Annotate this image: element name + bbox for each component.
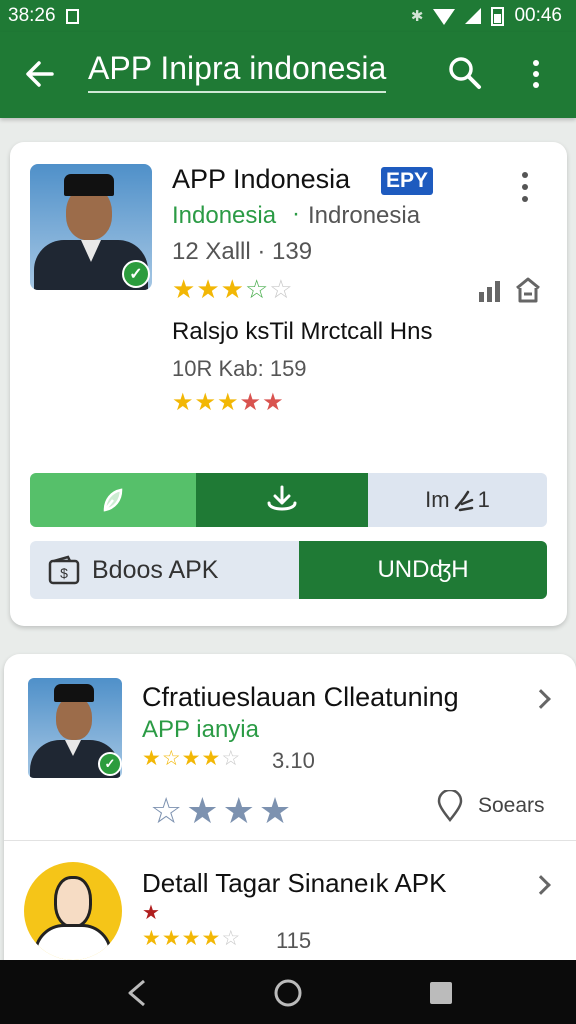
count-segment-button[interactable]: Im 1 [368,473,547,527]
battery-icon [491,6,505,26]
download-segment-button[interactable] [196,473,368,527]
app-avatar: ✓ [30,164,152,290]
list-item-stars: ★ ☆ ★ ★ ☆ [142,747,241,770]
developer-name[interactable]: Indonesia [172,202,276,230]
section-title: Ralsjo ksTil Mrctcall Hns [172,318,433,345]
system-nav-bar [0,960,576,1024]
chevron-right-icon[interactable] [531,875,551,895]
list-item-subtitle: APP ianyia [142,716,259,743]
segment-number: 1 [477,487,490,512]
app-bar: APP Inipra indonesia [0,32,576,118]
status-time-left: 38:26 [8,5,56,26]
list-item-avatar [24,862,122,960]
list-item-rating-count: 115 [276,928,312,953]
nav-recents-icon[interactable] [430,982,452,1004]
signal-bars-icon [479,281,500,302]
location-label[interactable]: Soears [478,794,545,818]
svg-text:$: $ [60,565,68,581]
chevron-right-icon[interactable] [531,689,551,709]
page-title: APP Inipra indonesia [88,50,387,93]
verified-check-icon: ✓ [98,752,122,776]
list-item-title: Cfratiueslauan Clleatuning [142,682,459,712]
section-stars: ★ ★ ★ ★ ★ [172,389,284,416]
list-item-big-stars: ☆ ★ ★ ★ [150,790,292,831]
meta-line: 12 Xalll · 139 [172,238,313,265]
download-icon [267,485,297,511]
list-item-small-star: ★ [142,902,160,924]
list-item-avatar: ✓ [28,678,122,778]
bluetooth-icon: ✱ [410,8,424,25]
cell-signal-icon [465,8,482,24]
section-meta: 10R Kab: 159 [172,356,307,381]
list-item-title: Detall Tagar Sinaneık APK [142,868,447,898]
primary-button-label: UNDʤH [377,556,469,583]
verified-check-icon: ✓ [122,260,150,288]
location-pin-icon [437,790,463,822]
region-label: Indronesia [308,202,421,229]
list-divider [4,840,576,841]
back-arrow-icon[interactable] [22,56,58,92]
app-name: APP Indonesia [172,164,351,194]
app-badge: EPY [381,167,434,195]
related-apps-list: ✓ Cfratiueslauan Clleatuning APP ianyia … [4,654,576,974]
leaf-icon [103,488,123,512]
more-vert-icon[interactable] [524,54,548,94]
status-time-right: 00:46 [514,5,562,26]
status-bar: 38:26 ✱ 00:46 [0,0,576,32]
primary-action-button[interactable]: UNDʤH [299,541,547,599]
leaf-segment-button[interactable] [30,473,196,527]
search-icon[interactable] [446,54,484,92]
wallet-icon: $ [48,555,80,585]
card-more-icon[interactable] [522,172,528,202]
app-detail-card: ✓ APP Indonesia EPY Indonesia · Indrones… [10,142,567,626]
segment-count-label: Im [425,487,450,512]
nav-home-icon[interactable] [273,978,303,1008]
notification-icon [65,8,79,24]
wifi-icon [433,9,456,25]
rating-stars: ★ ★ ★ ☆ ☆ [172,274,293,304]
store-icon[interactable] [514,276,542,304]
list-item-rating-count: 3.10 [272,748,315,773]
nav-back-icon[interactable] [124,978,150,1008]
download-apk-button[interactable]: $ Bdoos APK [30,541,299,599]
hand-icon [454,490,473,512]
list-item-stars: ★ ★ ★ ★ ☆ [142,927,241,950]
apk-button-label: Bdoos APK [92,555,219,584]
developer-separator: · [292,200,300,227]
